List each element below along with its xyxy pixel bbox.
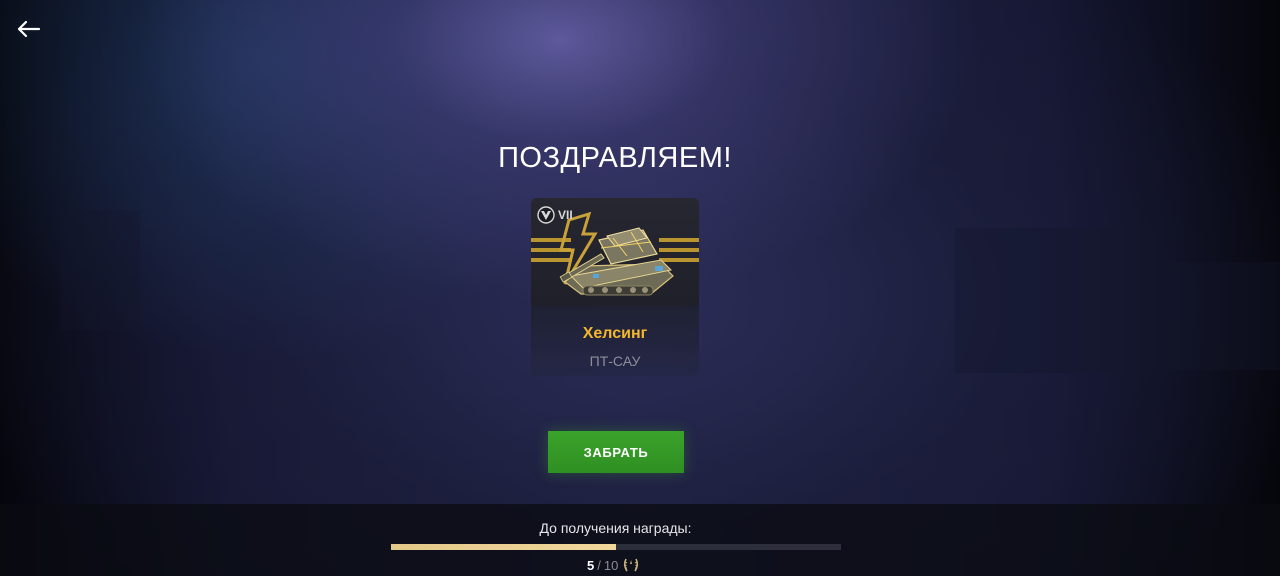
tier-label: VII <box>558 208 573 222</box>
congratulations-title: ПОЗДРАВЛЯЕМ! <box>498 142 732 174</box>
progress-bar <box>391 544 841 550</box>
vehicle-reward-card: VII Хелсинг ПТ-САУ <box>531 198 699 376</box>
background-building <box>955 228 1155 373</box>
vehicle-image: VII <box>531 198 699 306</box>
progress-current: 5 <box>587 557 595 573</box>
elite-vehicle-emblem-icon <box>537 206 555 224</box>
progress-total: 10 <box>603 557 619 573</box>
wreath-medal-icon <box>624 558 639 572</box>
progress-label: До получения награды: <box>539 520 692 536</box>
background-building <box>1150 262 1280 370</box>
progress-separator: / <box>597 557 601 573</box>
arrow-left-icon <box>17 20 41 38</box>
progress-fill <box>391 544 616 550</box>
vehicle-class: ПТ-САУ <box>589 353 641 369</box>
claim-button[interactable]: ЗАБРАТЬ <box>548 431 684 473</box>
reward-progress-panel: До получения награды: 5 / 10 <box>0 504 1280 576</box>
vehicle-name: Хелсинг <box>582 325 648 342</box>
back-button[interactable] <box>14 14 44 44</box>
progress-count: 5 / 10 <box>587 557 641 573</box>
vehicle-tier: VII <box>537 206 573 224</box>
reward-screen: ПОЗДРАВЛЯЕМ! VII Хелсинг ПТ-САУ ЗАБРАТЬ … <box>0 0 1280 576</box>
background-building <box>60 210 140 330</box>
